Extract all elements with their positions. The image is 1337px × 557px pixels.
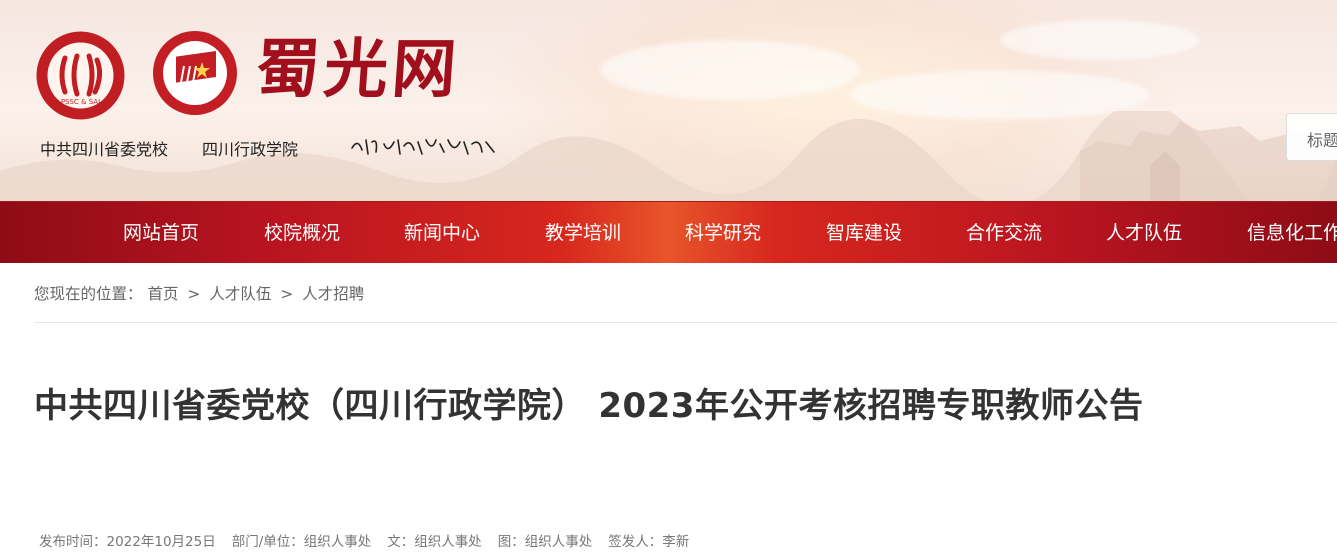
nav-item-research[interactable]: 科学研究 — [685, 202, 761, 264]
site-title: 蜀光网 — [253, 32, 463, 107]
breadcrumb: 您现在的位置： 首页 > 人才队伍 > 人才招聘 — [34, 282, 364, 304]
party-school-emblem-icon: PSSC & SAI — [36, 31, 125, 120]
meta-publish-time: 发布时间：2022年10月25日 — [39, 534, 216, 550]
cloud-decoration — [1000, 20, 1200, 60]
nav-item-overview[interactable]: 校院概况 — [264, 202, 340, 264]
search-input[interactable]: 标题 — [1286, 113, 1337, 161]
breadcrumb-divider — [34, 322, 1337, 323]
site-header: PSSC & SAI 蜀光网 中共四川省委党校 四川行政学院 标题 — [0, 0, 1337, 201]
main-nav: 网站首页 校院概况 新闻中心 教学培训 科学研究 智库建设 合作交流 人才队伍 … — [0, 201, 1337, 263]
meta-department: 部门/单位：组织人事处 — [231, 534, 372, 550]
institution-name-party-school: 中共四川省委党校 — [40, 140, 169, 159]
article-meta: 发布时间：2022年10月25日 部门/单位：组织人事处 文：组织人事处 图：组… — [39, 530, 689, 550]
breadcrumb-separator: > — [187, 285, 201, 303]
meta-issuer: 签发人：李新 — [608, 534, 690, 550]
nav-item-teaching[interactable]: 教学培训 — [545, 202, 621, 264]
nav-item-cooperation[interactable]: 合作交流 — [966, 202, 1042, 264]
nav-item-informatization[interactable]: 信息化工作 — [1247, 202, 1337, 264]
institution-name-admin-institute: 四川行政学院 — [202, 140, 299, 159]
breadcrumb-talent-link[interactable]: 人才队伍 — [209, 285, 271, 303]
institution-names: 中共四川省委党校 四川行政学院 — [40, 136, 298, 160]
breadcrumb-home-link[interactable]: 首页 — [147, 285, 178, 303]
breadcrumb-recruitment-link[interactable]: 人才招聘 — [302, 285, 364, 303]
nav-item-home[interactable]: 网站首页 — [123, 202, 199, 264]
emblem-caption: PSSC & SAI — [61, 98, 100, 106]
cloud-decoration — [600, 40, 860, 100]
meta-image-author: 图：组织人事处 — [497, 534, 593, 550]
nav-item-talent[interactable]: 人才队伍 — [1106, 202, 1182, 264]
nav-item-think-tank[interactable]: 智库建设 — [826, 202, 902, 264]
nav-item-news[interactable]: 新闻中心 — [404, 202, 480, 264]
calligraphy-college-name-icon — [351, 139, 495, 155]
article-title: 中共四川省委党校（四川行政学院） 2023年公开考核招聘专职教师公告 — [34, 386, 1144, 426]
breadcrumb-separator: > — [280, 285, 294, 303]
cadre-college-emblem-icon — [153, 31, 237, 115]
breadcrumb-prefix: 您现在的位置： — [34, 285, 143, 303]
meta-text-author: 文：组织人事处 — [387, 534, 482, 550]
